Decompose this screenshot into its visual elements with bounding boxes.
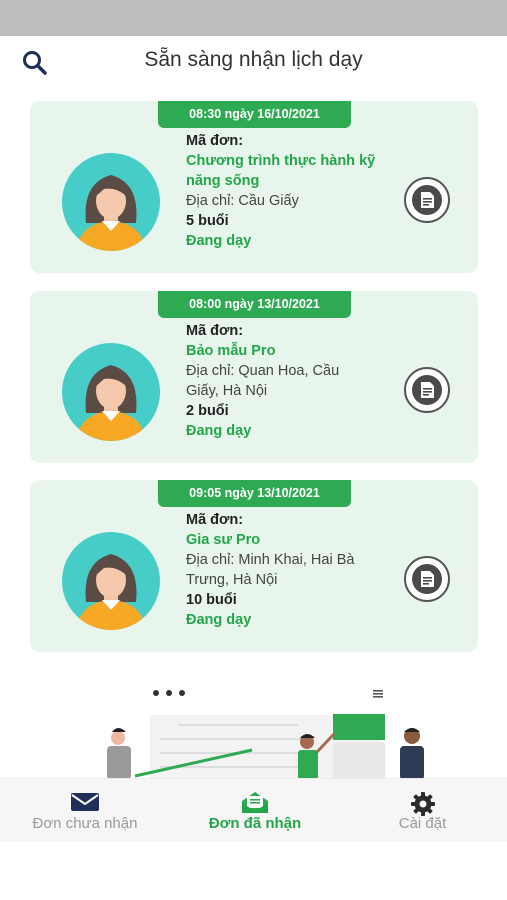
order-service-name: Gia sư Pro [186,532,261,548]
order-info: Mã đơn: Chương trình thực hành kỹ năng s… [186,131,408,251]
order-service-name-cont: năng sống [186,173,260,189]
order-time-badge: 08:00 ngày 13/10/2021 [158,291,351,318]
order-code-label: Mã đơn: [186,512,244,528]
order-info: Mã đơn: Bảo mẫu Pro Địa chỉ: Quan Hoa, C… [186,321,408,441]
avatar [62,343,160,441]
order-status: Đang dạy [186,612,252,628]
order-service-name: Chương trình thực hành kỹ [186,153,376,169]
order-sessions: 5 buổi [186,213,229,229]
order-card[interactable]: 08:30 ngày 16/10/2021 Mã đơn: Chương trì… [30,101,478,273]
order-status: Đang dạy [186,233,252,249]
tab-received-orders[interactable]: Đơn đã nhận [180,779,330,843]
teaching-illustration [0,680,507,780]
order-info: Mã đơn: Gia sư Pro Địa chỉ: Minh Khai, H… [186,510,408,630]
tab-label: Cài đặt [398,815,447,832]
document-icon[interactable] [404,177,450,223]
bottom-tab-bar: Đơn chưa nhận Đơn đã nhận Cài đặt [0,778,507,842]
document-icon[interactable] [404,367,450,413]
order-time-badge: 08:30 ngày 16/10/2021 [158,101,351,128]
order-card[interactable]: 09:05 ngày 13/10/2021 Mã đơn: Gia sư Pro… [30,480,478,652]
app-header: Sẵn sàng nhận lịch dạy [0,36,507,92]
tab-label: Đơn đã nhận [208,815,302,832]
order-address-cont: Giấy, Hà Nội [186,383,268,399]
avatar [62,153,160,251]
order-code-label: Mã đơn: [186,133,244,149]
order-address: Địa chỉ: Quan Hoa, Cầu [186,363,340,379]
avatar [62,532,160,630]
document-icon[interactable] [404,556,450,602]
order-address: Địa chỉ: Minh Khai, Hai Bà [186,552,355,568]
tab-unreceived-orders[interactable]: Đơn chưa nhận [10,779,160,843]
order-sessions: 10 buổi [186,592,237,608]
page-title: Sẵn sàng nhận lịch dạy [144,48,363,71]
order-code-label: Mã đơn: [186,323,244,339]
envelope-icon [70,791,100,818]
order-service-name: Bảo mẫu Pro [186,343,276,359]
order-address: Địa chỉ: Cầu Giấy [186,193,299,209]
order-status: Đang dạy [186,423,252,439]
order-sessions: 2 buổi [186,403,229,419]
order-address-cont: Trưng, Hà Nội [186,572,278,588]
order-card[interactable]: 08:00 ngày 13/10/2021 Mã đơn: Bảo mẫu Pr… [30,291,478,463]
tab-settings[interactable]: Cài đặt [350,779,495,843]
order-time-badge: 09:05 ngày 13/10/2021 [158,480,351,507]
status-bar [0,0,507,36]
tab-label: Đơn chưa nhận [32,815,138,832]
